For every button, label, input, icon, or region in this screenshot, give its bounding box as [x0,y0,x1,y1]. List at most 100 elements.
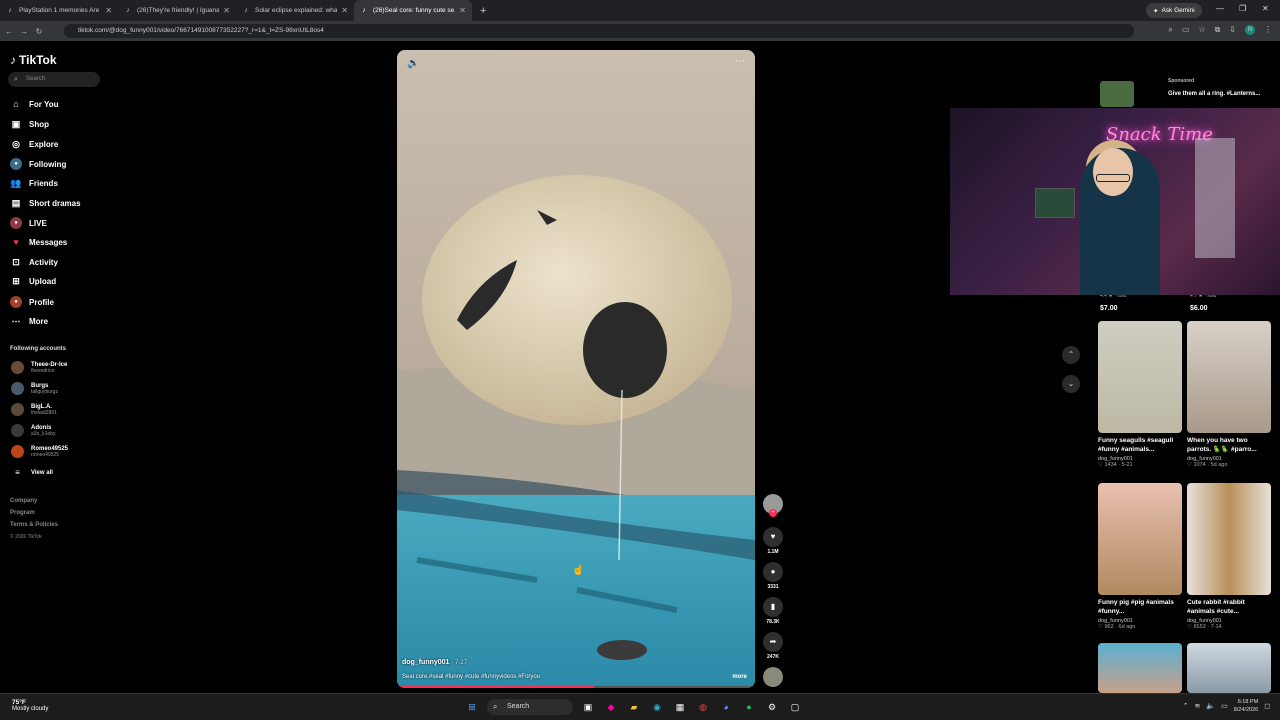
chevron-up-icon[interactable]: ⌃ [1062,346,1080,364]
notifications-icon[interactable]: ◻ [1264,702,1270,710]
share-button[interactable]: ➦ 247K [760,632,786,660]
zoom-icon[interactable]: ⌕ [1168,25,1172,35]
following-account[interactable]: Adonis a3o_k1eby [11,424,55,437]
video-card[interactable] [1187,643,1271,693]
close-tab-icon[interactable]: ✕ [105,6,112,15]
video-progress-bar[interactable] [397,686,755,688]
settings-icon[interactable]: ⚙ [764,699,780,715]
back-icon[interactable]: ← [3,27,15,36]
browser-tab[interactable]: ♪Solar eclipse explained: what h...✕ [236,0,354,21]
weather-widget[interactable]: 75°F Mostly cloudy [12,699,48,712]
close-window-icon[interactable]: ✕ [1262,4,1269,13]
nav-profile[interactable]: ● Profile [10,296,54,308]
tiktok-logo[interactable]: ♪ TikTok [10,53,57,67]
wifi-icon[interactable]: ≋ [1195,702,1201,710]
nav-live[interactable]: ● LIVE [10,217,47,229]
url-input[interactable]: tiktok.com/@dog_funny001/video/766714910… [64,24,1134,38]
search-input[interactable]: ⌕ Search [8,72,100,87]
video-player[interactable]: 🔈 ⋯ dog_funny001 · 7-27 Seal core.#seal … [397,50,755,688]
nav-friends[interactable]: 👥 Friends [10,178,58,189]
mouse-cursor-icon: ☝ [572,565,585,576]
copilot-icon[interactable]: ◆ [603,699,619,715]
video-card[interactable] [1098,643,1182,693]
minimize-icon[interactable]: — [1216,4,1224,13]
chrome-icon[interactable]: ◍ [695,699,711,715]
maximize-icon[interactable]: ❐ [1239,4,1246,13]
avatar [11,403,24,416]
nav-for-you[interactable]: ⌂ For You [10,99,58,109]
nav-messages[interactable]: ♥ Messages [10,237,67,247]
following-account[interactable]: Burgs tallguyburgz [11,382,58,395]
product-price[interactable]: 4.4 ★ · sold $7.00 [1100,293,1126,312]
close-tab-icon[interactable]: ✕ [459,6,466,15]
app-icon[interactable]: ▢ [787,699,803,715]
forward-icon[interactable]: → [18,27,30,36]
menu-icon[interactable]: ⋮ [1264,25,1272,35]
task-view-icon[interactable]: ▣ [580,699,596,715]
battery-icon[interactable]: ▭ [1221,702,1228,710]
browser-tab-active[interactable]: ♪ (26)Seal core: funny cute se... ✕ [354,0,472,21]
webcam-overlay: Snack Time [950,108,1280,295]
ask-gemini-button[interactable]: ✦ Ask Gemini [1146,3,1202,18]
nav-explore[interactable]: ◎ Explore [10,139,58,150]
footer-company-link[interactable]: Company [10,498,37,504]
downloads-icon[interactable]: ⇩ [1229,25,1236,35]
footer-program-link[interactable]: Program [10,510,35,516]
close-tab-icon[interactable]: ✕ [341,6,348,15]
gemini-icon: ✦ [1153,7,1159,15]
music-disc-button[interactable] [760,667,786,687]
new-tab-button[interactable]: + [472,5,494,17]
edge-icon[interactable]: ◉ [649,699,665,715]
video-card[interactable]: When you have two parrots. 🦜🦜 #parro... … [1187,321,1271,468]
activity-icon: ⊡ [12,257,20,267]
more-options-icon[interactable]: ⋯ [735,56,745,67]
spotify-icon[interactable]: ● [741,699,757,715]
caption-more-button[interactable]: more [732,674,747,680]
tiktok-icon: ♪ [10,53,16,67]
nav-following[interactable]: ● Following [10,158,66,170]
windows-start-icon[interactable]: ⊞ [464,699,480,715]
save-button[interactable]: ▮ 78.3K [760,597,786,625]
nav-more[interactable]: ⋯ More [10,316,49,327]
profile-avatar-icon[interactable]: N [1245,25,1255,35]
chevron-up-icon[interactable]: ⌃ [1183,702,1189,710]
nav-short-dramas[interactable]: ▤ Short dramas [10,198,81,209]
product-price[interactable]: 4.7 ★ · sold $6.00 [1190,293,1216,312]
comment-button[interactable]: ● 3331 [760,562,786,590]
video-card[interactable]: Funny pig #pig #animals #funny... dog_fu… [1098,483,1182,630]
video-card[interactable]: Cute rabbit #rabbit #animals #cute... do… [1187,483,1271,630]
store-icon[interactable]: ▦ [672,699,688,715]
following-account[interactable]: Theee-Dr-Ice theeedrice [11,361,67,374]
video-card[interactable]: Funny seagulls #seagull #funny #animals.… [1098,321,1182,468]
windows-taskbar: 75°F Mostly cloudy ⊞ ⌕ Search ▣ ◆ ▰ ◉ ▦ ◍ … [0,693,1280,720]
chevron-down-icon[interactable]: ⌄ [1062,375,1080,393]
like-button[interactable]: ♥ 1.1M [760,527,786,555]
video-author[interactable]: dog_funny001 · 7-27 [402,659,467,666]
author-avatar-button[interactable]: + [760,494,786,517]
cast-icon[interactable]: ▭ [1182,25,1190,35]
extensions-icon[interactable]: ⧉ [1215,25,1221,35]
follow-plus-icon[interactable]: + [769,509,777,517]
clock[interactable]: 6:18 PM 8/24/2026 [1234,698,1258,714]
browser-tab[interactable]: ♪(26)They're friendly! | Iguana | T...✕ [118,0,236,21]
footer-terms-link[interactable]: Terms & Policies [10,522,58,528]
nav-shop[interactable]: ▣ Shop [10,119,49,130]
nav-activity[interactable]: ⊡ Activity [10,257,58,268]
video-thumbnail [1098,643,1182,693]
avatar [11,382,24,395]
volume-icon[interactable]: 🔈 [1206,702,1215,710]
nav-upload[interactable]: ⊞ Upload [10,276,56,287]
mute-icon[interactable]: 🔈 [407,58,419,69]
home-icon: ⌂ [13,99,19,109]
taskbar-search[interactable]: ⌕ Search [487,699,573,715]
bookmark-star-icon[interactable]: ☆ [1198,25,1205,35]
file-explorer-icon[interactable]: ▰ [626,699,642,715]
view-all-link[interactable]: ≡ View all [11,468,53,477]
system-tray: ⌃ ≋ 🔈 ▭ 6:18 PM 8/24/2026 ◻ [1183,698,1270,714]
discord-icon[interactable]: ◕ [718,699,734,715]
following-account[interactable]: BigL.A. theladi2891 [11,403,57,416]
following-account[interactable]: Romeo49525 romeo49525 [11,445,68,458]
close-tab-icon[interactable]: ✕ [223,6,230,15]
reload-icon[interactable]: ↻ [33,27,45,36]
browser-tab[interactable]: ♪PlayStation 1 memories Are w...✕ [0,0,118,21]
